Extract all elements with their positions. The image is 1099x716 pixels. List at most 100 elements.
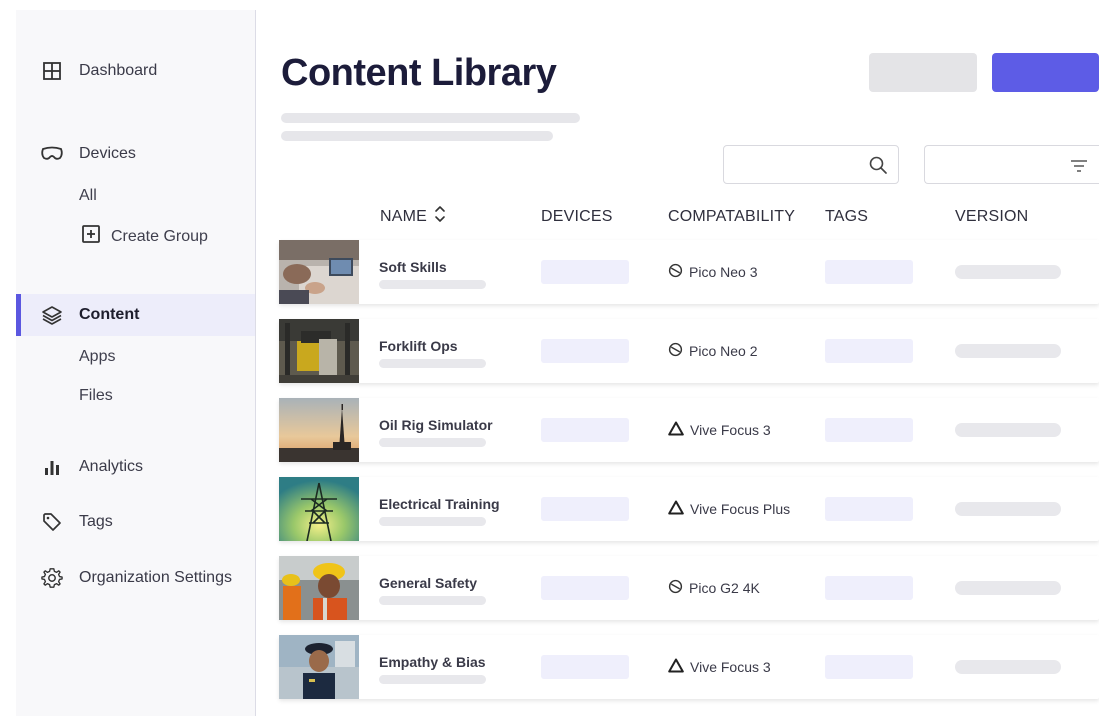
- dashboard-grid-icon: [40, 59, 64, 83]
- compatability-label: Vive Focus 3: [690, 422, 771, 438]
- gear-icon: [40, 566, 64, 590]
- tags-skeleton: [825, 339, 913, 363]
- search-field[interactable]: [723, 145, 899, 184]
- sidebar-subitem-all[interactable]: All: [79, 187, 97, 205]
- devices-skeleton: [541, 339, 629, 363]
- table-row[interactable]: Oil Rig Simulator Vive Focus 3: [279, 398, 1099, 462]
- devices-skeleton: [541, 418, 629, 442]
- content-name[interactable]: Soft Skills: [379, 259, 447, 275]
- sidebar-item-label: Tags: [79, 513, 113, 530]
- column-header-devices: DEVICES: [541, 208, 613, 225]
- compatability-label: Pico Neo 3: [689, 264, 758, 280]
- compatability-label: Vive Focus Plus: [690, 501, 791, 517]
- subtitle-skeleton: [281, 131, 553, 141]
- content-name[interactable]: Empathy & Bias: [379, 654, 486, 670]
- version-skeleton: [955, 265, 1061, 279]
- compatability-cell: Pico G2 4K: [668, 579, 760, 597]
- bar-chart-icon: [40, 455, 64, 479]
- compatability-cell: Vive Focus 3: [668, 658, 771, 676]
- vive-icon: [668, 421, 684, 439]
- sidebar-subitem-apps[interactable]: Apps: [79, 348, 115, 366]
- compatability-cell: Vive Focus 3: [668, 421, 771, 439]
- compatability-label: Pico Neo 2: [689, 343, 758, 359]
- version-skeleton: [955, 344, 1061, 358]
- content-thumbnail: [279, 556, 359, 620]
- version-skeleton: [955, 660, 1061, 674]
- tags-skeleton: [825, 576, 913, 600]
- layers-icon: [40, 303, 64, 327]
- devices-skeleton: [541, 576, 629, 600]
- subtitle-skeleton: [281, 113, 580, 123]
- tags-skeleton: [825, 418, 913, 442]
- column-header-tags: TAGS: [825, 208, 869, 225]
- sidebar-item-label: Analytics: [79, 458, 144, 475]
- tags-skeleton: [825, 497, 913, 521]
- primary-action-button[interactable]: [992, 53, 1099, 92]
- content-name[interactable]: Electrical Training: [379, 496, 500, 512]
- create-group-button[interactable]: Create Group: [81, 224, 208, 249]
- sidebar-item-label: Content: [79, 306, 140, 323]
- vr-headset-icon: [40, 142, 64, 166]
- content-meta-skeleton: [379, 596, 486, 605]
- version-skeleton: [955, 423, 1061, 437]
- content-name[interactable]: Oil Rig Simulator: [379, 417, 493, 433]
- column-header-compatability: COMPATABILITY: [668, 208, 796, 225]
- table-row[interactable]: Empathy & Bias Vive Focus 3: [279, 635, 1099, 699]
- search-icon[interactable]: [868, 155, 888, 175]
- sidebar-item-devices[interactable]: Devices: [16, 133, 255, 175]
- sort-icon[interactable]: [433, 203, 447, 225]
- sidebar-item-analytics[interactable]: Analytics: [16, 446, 255, 488]
- create-group-label: Create Group: [111, 227, 208, 245]
- sidebar-item-tags[interactable]: Tags: [16, 501, 255, 543]
- table-row[interactable]: Electrical Training Vive Focus Plus: [279, 477, 1099, 541]
- compatability-label: Pico G2 4K: [689, 580, 760, 596]
- content-thumbnail: [279, 477, 359, 541]
- compatability-label: Vive Focus 3: [690, 659, 771, 675]
- content-thumbnail: [279, 240, 359, 304]
- content-name[interactable]: Forklift Ops: [379, 338, 458, 354]
- sidebar-subitem-files[interactable]: Files: [79, 387, 113, 405]
- filter-icon[interactable]: [1069, 156, 1089, 176]
- pico-icon: [668, 263, 683, 281]
- tags-skeleton: [825, 260, 913, 284]
- pico-icon: [668, 342, 683, 360]
- content-thumbnail: [279, 398, 359, 462]
- column-header-name[interactable]: NAME: [380, 208, 427, 226]
- table-row[interactable]: Soft Skills Pico Neo 3: [279, 240, 1099, 304]
- table-row[interactable]: General Safety Pico G2 4K: [279, 556, 1099, 620]
- sidebar-item-label: Dashboard: [79, 62, 158, 79]
- tags-skeleton: [825, 655, 913, 679]
- search-input[interactable]: [732, 154, 862, 176]
- sidebar-item-organization-settings[interactable]: Organization Settings: [16, 557, 255, 599]
- sidebar-item-dashboard[interactable]: Dashboard: [16, 50, 255, 92]
- devices-skeleton: [541, 655, 629, 679]
- content-meta-skeleton: [379, 517, 486, 526]
- filter-dropdown[interactable]: [924, 145, 1099, 184]
- page-title: Content Library: [281, 52, 557, 94]
- content-name[interactable]: General Safety: [379, 575, 477, 591]
- content-meta-skeleton: [379, 675, 486, 684]
- content-meta-skeleton: [379, 438, 486, 447]
- vive-icon: [668, 500, 684, 518]
- vive-icon: [668, 658, 684, 676]
- devices-skeleton: [541, 497, 629, 521]
- compatability-cell: Pico Neo 2: [668, 342, 757, 360]
- sidebar-item-content[interactable]: Content: [16, 294, 255, 336]
- tag-icon: [40, 510, 64, 534]
- table-row[interactable]: Forklift Ops Pico Neo 2: [279, 319, 1099, 383]
- compatability-cell: Vive Focus Plus: [668, 500, 790, 518]
- devices-skeleton: [541, 260, 629, 284]
- content-thumbnail: [279, 635, 359, 699]
- secondary-action-button[interactable]: [869, 53, 977, 92]
- content-meta-skeleton: [379, 359, 486, 368]
- version-skeleton: [955, 502, 1061, 516]
- sidebar: Dashboard Devices All Create Group Conte…: [16, 10, 256, 716]
- compatability-cell: Pico Neo 3: [668, 263, 757, 281]
- pico-icon: [668, 579, 683, 597]
- content-thumbnail: [279, 319, 359, 383]
- column-header-version: VERSION: [955, 208, 1029, 225]
- sidebar-item-label: Devices: [79, 145, 136, 162]
- content-meta-skeleton: [379, 280, 486, 289]
- version-skeleton: [955, 581, 1061, 595]
- plus-box-icon: [81, 224, 101, 249]
